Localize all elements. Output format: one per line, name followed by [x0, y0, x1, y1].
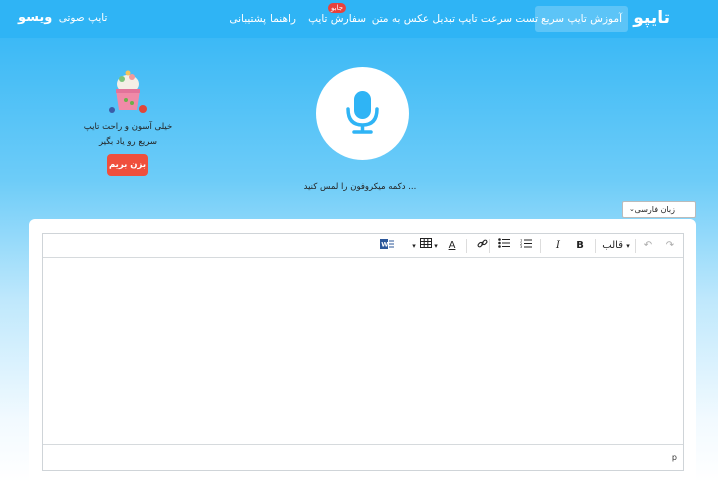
italic-button[interactable]: I [551, 238, 565, 254]
chevron-down-icon: ▾ [626, 242, 630, 250]
font-color-letter: A [448, 240, 456, 251]
chevron-down-icon[interactable]: ▾ [409, 238, 419, 254]
microphone-icon [346, 91, 379, 134]
lets-go-button[interactable]: بزن بریم [107, 154, 148, 176]
nav-item-order-typing[interactable]: جابو سفارش تایپ [302, 3, 372, 32]
toolbar-divider [466, 239, 467, 253]
link-icon[interactable] [475, 238, 489, 254]
promo-text: خیلی آسون و راحت تایپ سریع رو یاد بگیر [70, 120, 186, 150]
format-dropdown[interactable]: قالب ▾ [601, 238, 631, 254]
toolbar-divider [489, 239, 490, 253]
language-select-value: زبان فارسی [634, 205, 675, 214]
toolbar-divider [540, 239, 541, 253]
voice-brand-text: تایپ صوتی [58, 12, 108, 24]
voice-typing-brand[interactable]: تایپ صوتی ویسو [18, 10, 107, 25]
redo-icon[interactable]: ↷ [663, 238, 677, 254]
word-letter: W [381, 241, 388, 249]
format-dropdown-label: قالب [602, 240, 623, 251]
nav-item-typing-speed-test[interactable]: تست سرعت تایپ [452, 6, 544, 32]
nav-item-order-typing-label: سفارش تایپ [308, 13, 366, 25]
language-select[interactable]: ⌄ زبان فارسی [622, 201, 696, 218]
new-badge: جابو [328, 3, 347, 13]
microphone-hint: دکمه میکروفون را لمس کنید ... [303, 182, 417, 192]
ice-cream-illustration [109, 70, 147, 113]
bullet-list-icon[interactable] [497, 238, 511, 254]
site-logo[interactable]: تایپو [633, 8, 670, 28]
editor-statusbar: p [43, 444, 683, 470]
element-path[interactable]: p [672, 453, 677, 462]
word-export-icon[interactable]: W [379, 238, 395, 254]
nav-item-fast-typing-lessons[interactable]: آموزش تایپ سریع [535, 6, 628, 32]
microphone-button[interactable] [316, 67, 409, 160]
nav-item-image-to-text[interactable]: تبدیل عکس به متن [366, 6, 461, 32]
toolbar-divider [635, 239, 636, 253]
font-color-button[interactable]: A [443, 238, 461, 254]
nav-item-support[interactable]: پشتیبانی [223, 6, 272, 32]
toolbar-divider [595, 239, 596, 253]
undo-icon[interactable]: ↶ [641, 238, 655, 254]
table-icon[interactable] [419, 238, 433, 254]
editor-content-area[interactable] [43, 259, 683, 445]
voice-brand-name: ویسو [18, 10, 53, 25]
editor-toolbar: ↷ ↶ قالب ▾ B I 123 A ▾ ▾ W [43, 234, 683, 258]
text-editor: ↷ ↶ قالب ▾ B I 123 A ▾ ▾ W p [42, 233, 684, 471]
promo-line-1: خیلی آسون و راحت تایپ [83, 122, 173, 132]
promo-line-2: سریع رو یاد بگیر [98, 137, 158, 147]
svg-text:3: 3 [520, 245, 522, 248]
top-navbar: تایپو آموزش تایپ سریع تست سرعت تایپ تبدی… [0, 0, 718, 38]
bold-button[interactable]: B [573, 238, 587, 254]
numbered-list-icon[interactable]: 123 [519, 238, 533, 254]
